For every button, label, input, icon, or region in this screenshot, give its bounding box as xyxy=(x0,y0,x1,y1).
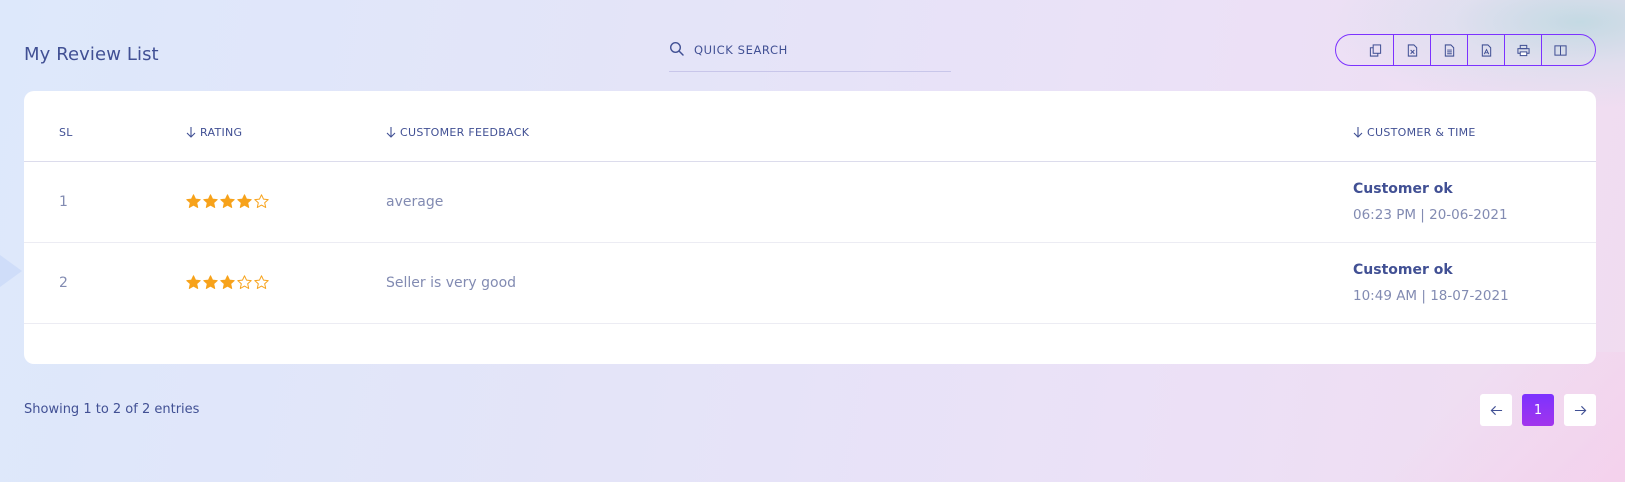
export-button-group xyxy=(1335,34,1596,66)
page-button-1[interactable]: 1 xyxy=(1522,394,1554,426)
star-empty-icon xyxy=(254,194,269,208)
sort-arrow-down-icon xyxy=(1353,127,1363,139)
star-filled-icon xyxy=(220,194,235,208)
star-filled-icon xyxy=(237,194,252,208)
table-row: 1 average Customer ok 06:23 PM | 20-06-2… xyxy=(24,161,1596,243)
column-header-feedback[interactable]: CUSTOMER FEEDBACK xyxy=(386,91,1353,162)
next-page-button[interactable] xyxy=(1564,394,1596,426)
columns-icon xyxy=(1554,44,1567,56)
sort-arrow-down-icon xyxy=(386,127,396,139)
page-title: My Review List xyxy=(24,44,159,65)
csv-icon xyxy=(1444,43,1454,57)
copy-button[interactable] xyxy=(1357,35,1394,65)
customer-name: Customer ok xyxy=(1353,180,1453,197)
star-filled-icon xyxy=(203,275,218,289)
arrow-left-icon xyxy=(1490,405,1502,415)
row-sl: 2 xyxy=(24,242,186,324)
table-header-row: SL RATING CUSTOMER FEEDBACK CUSTOMER & T… xyxy=(24,91,1596,162)
entries-info: Showing 1 to 2 of 2 entries xyxy=(24,402,200,417)
pdf-icon xyxy=(1481,43,1491,57)
review-timestamp: 06:23 PM | 20-06-2021 xyxy=(1353,206,1508,223)
arrow-right-icon xyxy=(1574,405,1586,415)
column-header-customer-time[interactable]: CUSTOMER & TIME xyxy=(1353,91,1596,162)
row-sl: 1 xyxy=(24,161,186,243)
search-input[interactable] xyxy=(694,38,934,60)
star-filled-icon xyxy=(203,194,218,208)
star-filled-icon xyxy=(186,275,201,289)
row-customer-time: Customer ok 06:23 PM | 20-06-2021 xyxy=(1353,161,1596,243)
print-icon xyxy=(1516,44,1530,56)
search-icon xyxy=(669,41,684,56)
row-feedback: average xyxy=(386,161,1353,243)
column-header-label: RATING xyxy=(200,126,243,140)
customer-name: Customer ok xyxy=(1353,261,1453,278)
print-button[interactable] xyxy=(1505,35,1542,65)
row-rating xyxy=(186,161,386,243)
pdf-button[interactable] xyxy=(1468,35,1505,65)
copy-icon xyxy=(1369,43,1381,57)
sort-arrow-down-icon xyxy=(186,127,196,139)
column-header-label: CUSTOMER FEEDBACK xyxy=(400,126,530,140)
star-rating xyxy=(186,275,386,290)
column-header-sl[interactable]: SL xyxy=(24,91,186,162)
review-timestamp: 10:49 AM | 18-07-2021 xyxy=(1353,287,1509,304)
star-filled-icon xyxy=(186,194,201,208)
csv-button[interactable] xyxy=(1431,35,1468,65)
star-rating xyxy=(186,194,386,209)
review-table: SL RATING CUSTOMER FEEDBACK CUSTOMER & T… xyxy=(24,91,1596,324)
star-empty-icon xyxy=(237,275,252,289)
quick-search xyxy=(669,38,951,72)
excel-button[interactable] xyxy=(1394,35,1431,65)
row-feedback: Seller is very good xyxy=(386,242,1353,324)
star-filled-icon xyxy=(220,275,235,289)
star-empty-icon xyxy=(254,275,269,289)
column-header-label: CUSTOMER & TIME xyxy=(1367,126,1476,140)
column-visibility-button[interactable] xyxy=(1542,35,1579,65)
table-row: 2 Seller is very good Customer ok 10:49 … xyxy=(24,242,1596,324)
row-rating xyxy=(186,242,386,324)
excel-icon xyxy=(1407,43,1417,57)
column-header-rating[interactable]: RATING xyxy=(186,91,386,162)
review-table-card: SL RATING CUSTOMER FEEDBACK CUSTOMER & T… xyxy=(24,91,1596,364)
previous-page-button[interactable] xyxy=(1480,394,1512,426)
row-customer-time: Customer ok 10:49 AM | 18-07-2021 xyxy=(1353,242,1596,324)
background-decoration xyxy=(0,255,22,287)
